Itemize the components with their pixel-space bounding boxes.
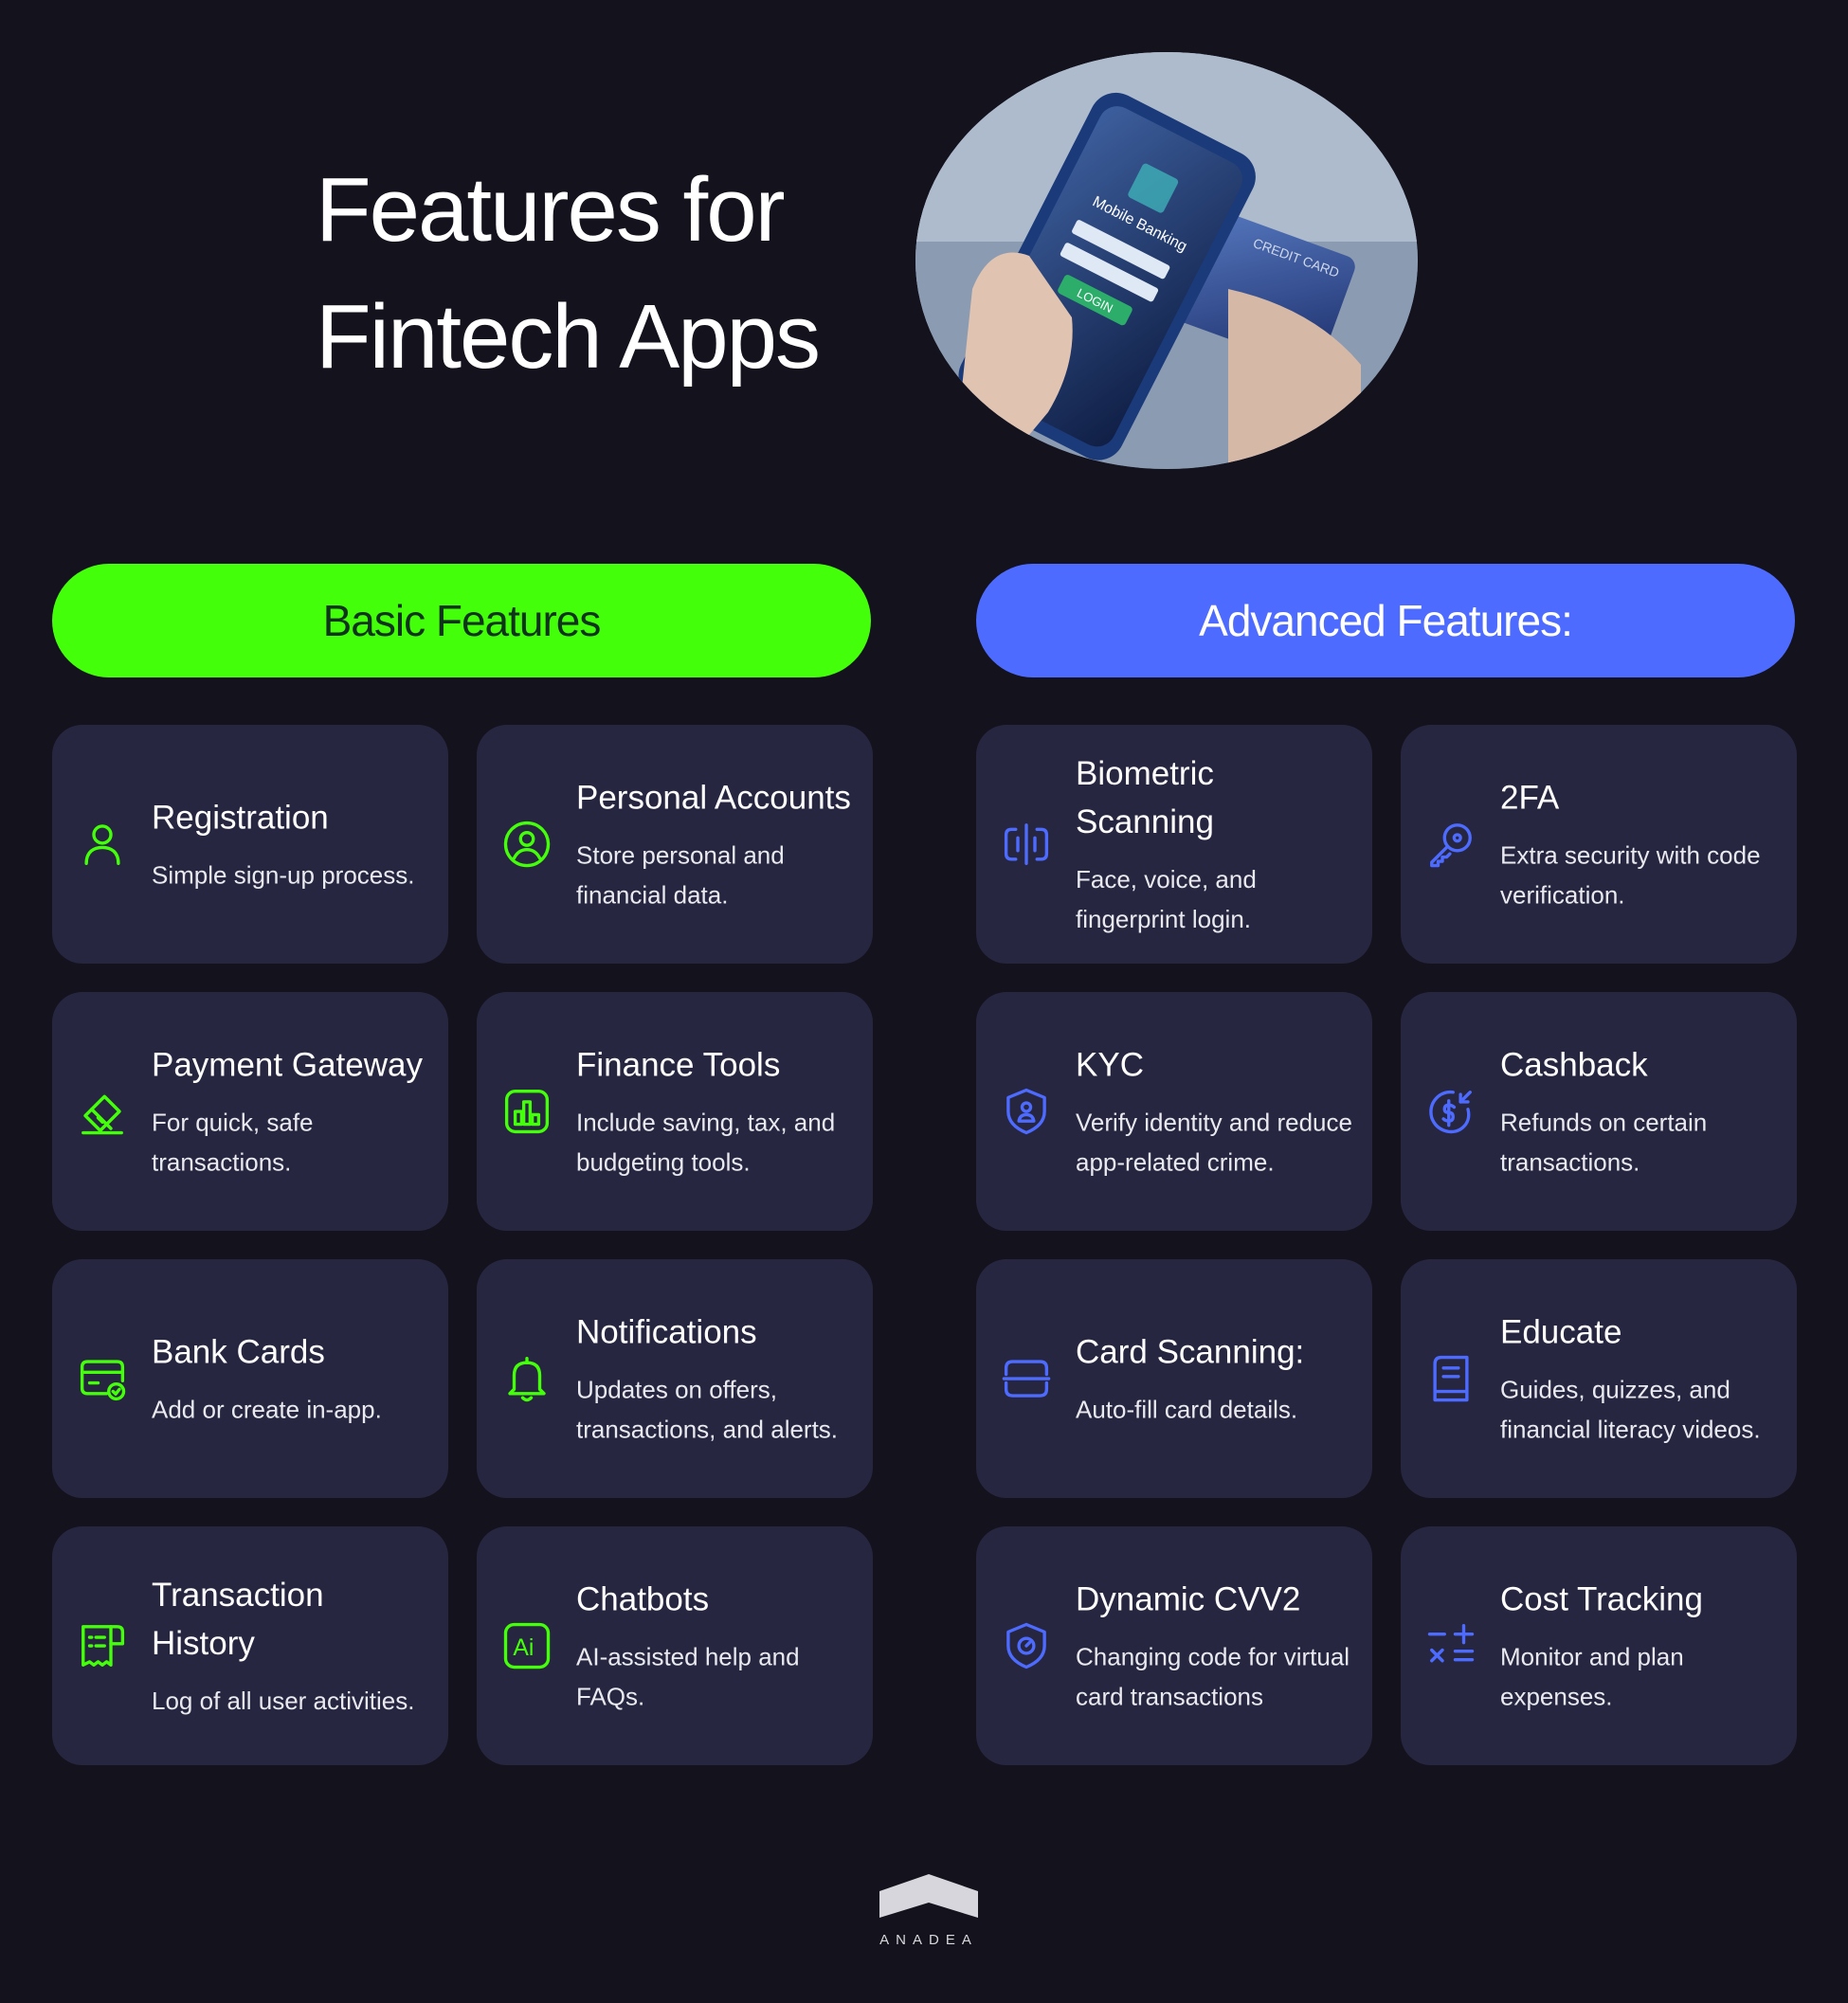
user-circle-icon	[503, 821, 551, 868]
feature-card-biometric-scanning: Biometric Scanning Face, voice, and fing…	[976, 725, 1372, 964]
feature-card-kyc: KYC Verify identity and reduce app-relat…	[976, 992, 1372, 1231]
feature-card-transaction-history: Transaction History Log of all user acti…	[52, 1526, 448, 1765]
bar-chart-icon	[504, 1089, 550, 1134]
biometric-icon	[1004, 823, 1049, 865]
anadea-logo-icon	[879, 1874, 978, 1918]
receipt-icon	[82, 1625, 125, 1667]
feature-card-bank-cards: Bank Cards Add or create in-app.	[52, 1259, 448, 1498]
feature-card-personal-accounts: Personal Accounts Store personal and fin…	[477, 725, 873, 964]
user-icon	[84, 824, 120, 865]
shield-user-icon	[1006, 1088, 1046, 1135]
feature-description: Auto-fill card details.	[1076, 1395, 1298, 1424]
feature-title: Biometric Scanning	[1076, 755, 1214, 840]
title-line-1: Features for	[316, 159, 786, 261]
feature-description: AI-assisted help and FAQs.	[576, 1642, 800, 1711]
feature-description: Extra security with code verification.	[1500, 840, 1761, 910]
feature-title: Educate	[1500, 1313, 1622, 1351]
hero-image: CREDIT CARD Mobile Banking LOGIN	[915, 52, 1418, 469]
feature-description: For quick, safe transactions.	[152, 1108, 314, 1177]
feature-card-dynamic-cvv2: Dynamic CVV2 Changing code for virtual c…	[976, 1526, 1372, 1765]
feature-description: Refunds on certain transactions.	[1500, 1108, 1708, 1177]
feature-description: Store personal and financial data.	[576, 840, 785, 910]
feature-title: Chatbots	[576, 1580, 710, 1618]
page-title: Features for Fintech Apps	[316, 147, 821, 401]
key-icon	[1430, 823, 1472, 868]
feature-title: Cost Tracking	[1500, 1580, 1703, 1618]
feature-description: Include saving, tax, and budgeting tools…	[576, 1108, 836, 1177]
feature-description: Guides, quizzes, and financial literacy …	[1500, 1375, 1761, 1444]
feature-title: Bank Cards	[152, 1333, 325, 1371]
feature-title: Personal Accounts	[576, 779, 851, 817]
feature-card-educate: Educate Guides, quizzes, and financial l…	[1401, 1259, 1797, 1498]
feature-card-payment-gateway: Payment Gateway For quick, safe transact…	[52, 992, 448, 1231]
feature-card-cashback: Cashback Refunds on certain transactions…	[1401, 992, 1797, 1231]
feature-description: Simple sign-up process.	[152, 860, 415, 890]
brand-logo: ANADEA	[877, 1874, 981, 1948]
advanced-features-heading: Advanced Features:	[976, 564, 1795, 677]
feature-description: Add or create in-app.	[152, 1395, 382, 1424]
feature-description: Log of all user activities.	[152, 1687, 415, 1715]
feature-card-notifications: Notifications Updates on offers, transac…	[477, 1259, 873, 1498]
ai-icon: Ai	[503, 1622, 551, 1669]
feature-description: Monitor and plan expenses.	[1500, 1642, 1684, 1711]
feature-title: Cashback	[1500, 1046, 1648, 1084]
title-line-2: Fintech Apps	[316, 286, 821, 388]
feature-title: KYC	[1076, 1046, 1144, 1084]
feature-card-card-scanning: Card Scanning: Auto-fill card details.	[976, 1259, 1372, 1498]
brand-wordmark: ANADEA	[879, 1932, 978, 1948]
basic-features-heading: Basic Features	[52, 564, 871, 677]
feature-card-registration: Registration Simple sign-up process.	[52, 725, 448, 964]
feature-title: Dynamic CVV2	[1076, 1580, 1301, 1618]
feature-title: 2FA	[1500, 779, 1560, 817]
card-check-icon	[80, 1360, 126, 1401]
feature-description: Face, voice, and fingerprint login.	[1076, 865, 1257, 933]
card-scan-icon	[1002, 1360, 1051, 1398]
feature-card-chatbots: Ai Chatbots AI-assisted help and FAQs.	[477, 1526, 873, 1765]
feature-card-cost-tracking: Cost Tracking Monitor and plan expenses.	[1401, 1526, 1797, 1765]
feature-title: Payment Gateway	[152, 1046, 423, 1084]
feature-card-finance-tools: Finance Tools Include saving, tax, and b…	[477, 992, 873, 1231]
book-icon	[1433, 1355, 1469, 1402]
payment-card-icon	[82, 1094, 123, 1135]
feature-description: Updates on offers, transactions, and ale…	[576, 1375, 839, 1444]
feature-title: Notifications	[576, 1313, 757, 1351]
feature-title: Card Scanning:	[1076, 1333, 1305, 1371]
feature-card-2fa: 2FA Extra security with code verificatio…	[1401, 725, 1797, 964]
cashback-icon	[1429, 1090, 1472, 1134]
feature-title: Registration	[152, 799, 329, 837]
feature-description: Changing code for virtual card transacti…	[1076, 1642, 1350, 1711]
feature-description: Verify identity and reduce app-related c…	[1076, 1108, 1352, 1177]
feature-title: Finance Tools	[576, 1046, 781, 1084]
svg-text:Ai: Ai	[513, 1635, 534, 1661]
bell-icon	[508, 1356, 546, 1402]
calculator-icon	[1427, 1623, 1475, 1663]
shield-lock-icon	[1006, 1622, 1046, 1669]
feature-title: Transaction History	[152, 1577, 324, 1662]
mobile-banking-illustration: CREDIT CARD Mobile Banking LOGIN	[915, 52, 1418, 469]
